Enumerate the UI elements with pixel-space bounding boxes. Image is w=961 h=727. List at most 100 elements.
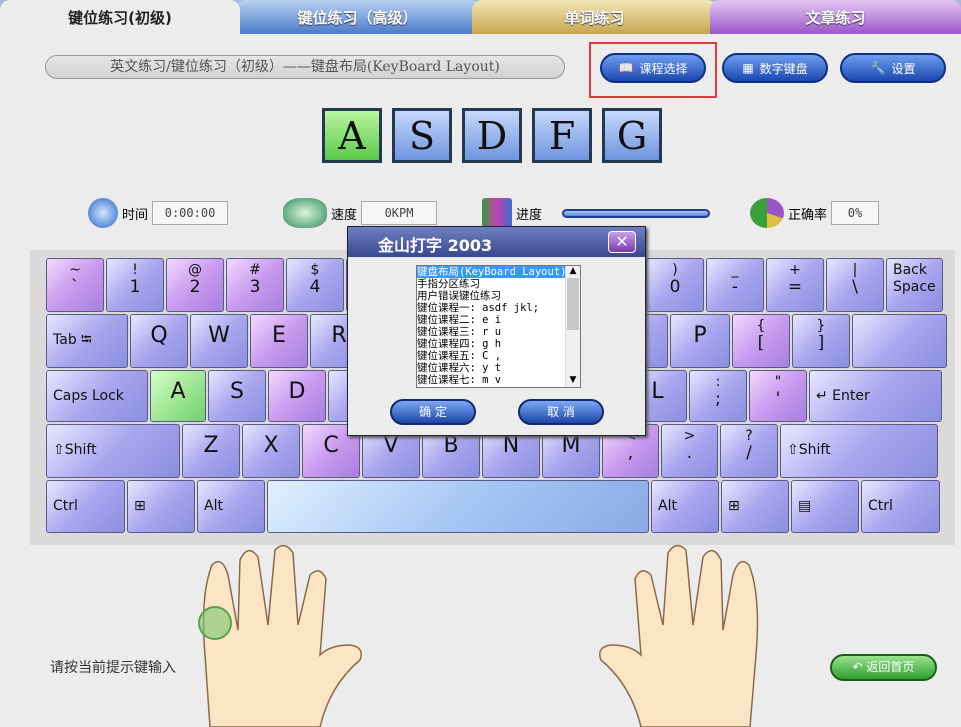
- tab-basic[interactable]: 键位练习(初级): [0, 0, 240, 34]
- key-label: `: [70, 277, 80, 297]
- course-list-item[interactable]: 键位课程六: y t: [417, 362, 580, 374]
- course-list-item[interactable]: 键位课程七: m v: [417, 374, 580, 386]
- key-ctrl[interactable]: Ctrl: [46, 480, 125, 533]
- finger-indicator: [198, 606, 232, 640]
- key-[interactable]: ? /: [720, 424, 778, 478]
- course-list-item[interactable]: 键位课程一: asdf jkl;: [417, 302, 580, 314]
- prompt-key: S: [392, 108, 452, 163]
- time-label: 时间: [122, 207, 149, 223]
- scrollbar[interactable]: ▲ ▼: [565, 266, 580, 387]
- key-label: N: [502, 433, 520, 458]
- tab-articles[interactable]: 文章练习: [710, 0, 961, 34]
- key-w[interactable]: W: [190, 314, 248, 368]
- key-[interactable]: + =: [766, 258, 824, 312]
- key-[interactable]: :;: [689, 370, 747, 422]
- tab-bar: 键位练习（高级） 单词练习 文章练习 键位练习(初级): [0, 0, 961, 34]
- progress-label: 进度: [516, 207, 543, 223]
- key-z[interactable]: Z: [182, 424, 240, 478]
- key-label: Q: [150, 323, 168, 348]
- key-label: 3: [249, 277, 261, 297]
- key-label: -: [731, 277, 739, 297]
- settings-label: 设置: [891, 61, 916, 76]
- settings-button[interactable]: 🔧 设置: [840, 53, 946, 83]
- key-2[interactable]: @2: [166, 258, 224, 312]
- key-[interactable]: ▤: [791, 480, 859, 533]
- key-label: 4: [309, 277, 321, 297]
- key-3[interactable]: #3: [226, 258, 284, 312]
- key-shift-label: Back: [893, 262, 927, 278]
- key-tab[interactable]: Tab ⭾: [46, 314, 128, 368]
- tools-icon: 🔧: [870, 61, 886, 75]
- key-q[interactable]: Q: [130, 314, 188, 368]
- home-button[interactable]: ↶ 返回首页: [830, 654, 937, 681]
- key-alt[interactable]: Alt: [197, 480, 265, 533]
- key-[interactable]: ⊞: [127, 480, 195, 533]
- key-x[interactable]: X: [242, 424, 300, 478]
- course-list-item[interactable]: 手指分区练习: [417, 278, 580, 290]
- key-space[interactable]: [852, 314, 947, 368]
- key-label: 2: [189, 277, 201, 297]
- key-label: X: [263, 433, 279, 458]
- speedometer-icon: [283, 198, 327, 228]
- highlight-box: [589, 42, 717, 98]
- key-0[interactable]: ) 0: [646, 258, 704, 312]
- key-label: ⇧Shift: [53, 442, 97, 458]
- key-[interactable]: }]: [792, 314, 850, 368]
- key-ctrl[interactable]: Ctrl: [861, 480, 940, 533]
- key-capslock[interactable]: Caps Lock: [46, 370, 148, 422]
- progress-stat: 进度: [482, 198, 711, 228]
- key-[interactable]: >.: [661, 424, 718, 478]
- dialog-title: 金山打字 2003: [348, 227, 645, 257]
- key-s[interactable]: S: [208, 370, 266, 422]
- key-label: ↵ Enter: [816, 388, 870, 404]
- accuracy-stat: 正确率 0%: [750, 198, 880, 228]
- key-[interactable]: _ -: [706, 258, 764, 312]
- key-label: E: [272, 323, 286, 348]
- scroll-down-icon[interactable]: ▼: [566, 375, 580, 385]
- course-list-item[interactable]: 键位课程二: e i: [417, 314, 580, 326]
- close-icon[interactable]: ✕: [608, 231, 636, 253]
- tab-words[interactable]: 单词练习: [472, 0, 717, 34]
- key-label: Z: [203, 433, 219, 458]
- key-d[interactable]: D: [268, 370, 326, 422]
- key-label: Ctrl: [868, 498, 893, 514]
- scroll-up-icon[interactable]: ▲: [566, 266, 580, 276]
- key-alt[interactable]: Alt: [651, 480, 719, 533]
- tab-advanced[interactable]: 键位练习（高级）: [235, 0, 480, 34]
- key-label: ,: [627, 443, 634, 463]
- key-4[interactable]: $4: [286, 258, 344, 312]
- key-shift[interactable]: ⇧Shift: [46, 424, 180, 478]
- key-shift[interactable]: ⇧Shift: [780, 424, 938, 478]
- course-list-item[interactable]: 键位课程三: r u: [417, 326, 580, 338]
- key-space[interactable]: Back Space: [886, 258, 943, 312]
- prompt-key: F: [532, 108, 592, 163]
- key-[interactable]: " ': [749, 370, 807, 422]
- key-[interactable]: ~ `: [46, 258, 104, 312]
- course-list-item[interactable]: 键位课程四: g h: [417, 338, 580, 350]
- key-[interactable]: {[: [732, 314, 790, 368]
- key-[interactable]: ⊞: [721, 480, 789, 533]
- key-space[interactable]: [267, 480, 649, 533]
- back-arrow-icon: ↶: [852, 660, 867, 674]
- key-label: Alt: [658, 498, 677, 514]
- key-label: V: [383, 433, 399, 458]
- key-label: Space: [893, 279, 936, 295]
- course-list-item[interactable]: 键盘布局(KeyBoard Layout): [417, 266, 580, 278]
- key-[interactable]: | \: [826, 258, 884, 312]
- key-label: Tab ⭾: [53, 332, 92, 348]
- key-a[interactable]: A: [150, 370, 206, 422]
- cancel-button[interactable]: 取 消: [518, 399, 604, 425]
- numpad-label: 数字键盘: [759, 61, 808, 76]
- course-list-item[interactable]: 用户错误键位练习: [417, 290, 580, 302]
- course-list-item[interactable]: 键位课程五: C ,: [417, 350, 580, 362]
- pie-icon: [750, 198, 784, 228]
- key-e[interactable]: E: [250, 314, 308, 368]
- course-list[interactable]: 键盘布局(KeyBoard Layout) 手指分区练习 用户错误键位练习 键位课程一…: [416, 265, 581, 388]
- key-label: D: [288, 379, 306, 404]
- key-p[interactable]: P: [670, 314, 730, 368]
- numpad-button[interactable]: ▦ 数字键盘: [722, 53, 828, 83]
- key-1[interactable]: ! 1: [106, 258, 164, 312]
- ok-button[interactable]: 确 定: [390, 399, 476, 425]
- key-enter[interactable]: ↵ Enter: [809, 370, 942, 422]
- key-label: Caps Lock: [53, 388, 124, 404]
